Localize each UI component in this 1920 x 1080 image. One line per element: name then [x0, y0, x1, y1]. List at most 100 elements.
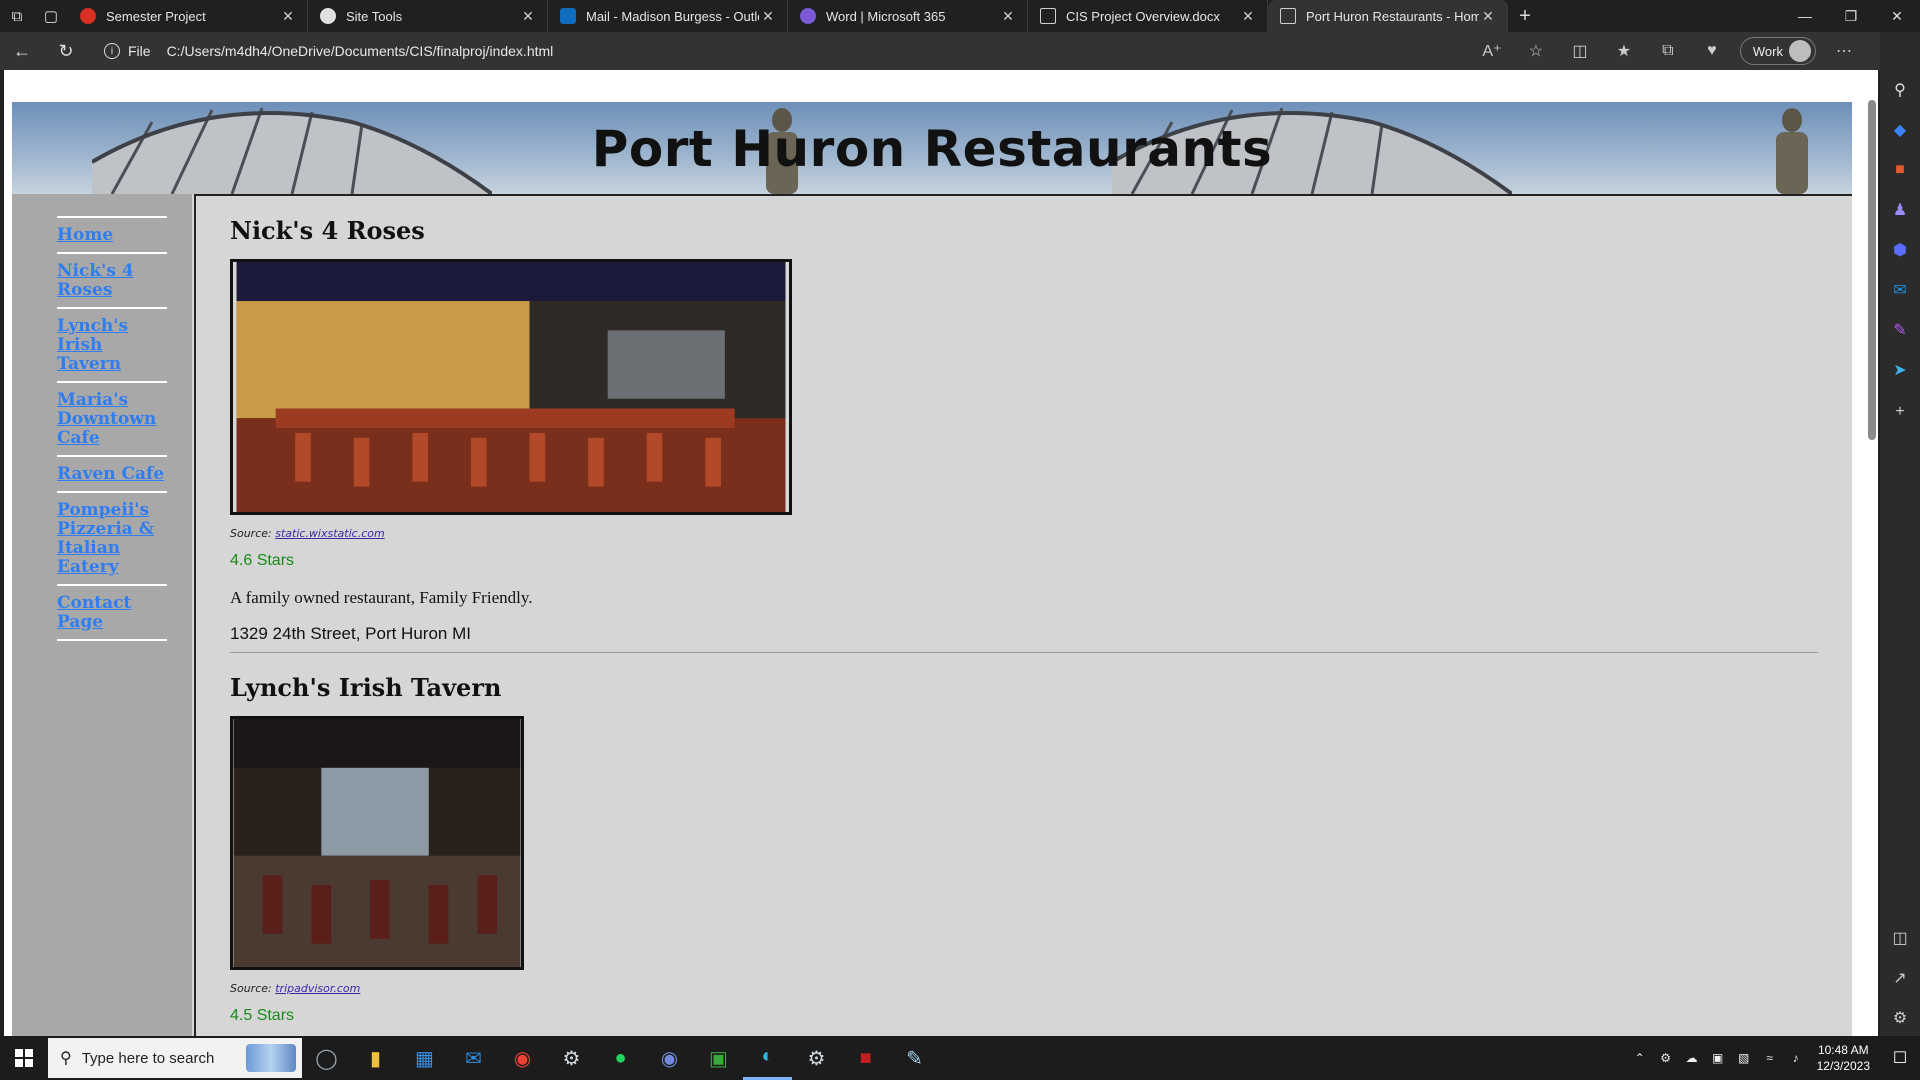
- tab-favicon: [1280, 8, 1296, 24]
- clock-time: 10:48 AM: [1817, 1043, 1869, 1057]
- page-scrollbar[interactable]: [1868, 90, 1876, 1025]
- sidebar-toggle-icon[interactable]: ◫: [1888, 926, 1912, 950]
- close-icon[interactable]: ✕: [759, 8, 777, 25]
- new-tab-button[interactable]: +: [1508, 0, 1542, 32]
- chrome-icon[interactable]: ◉: [498, 1036, 547, 1080]
- nav-link-raven-cafe[interactable]: Raven Cafe: [57, 465, 167, 484]
- close-icon[interactable]: ✕: [519, 8, 537, 25]
- tab-word[interactable]: Word | Microsoft 365 ✕: [788, 0, 1028, 32]
- close-icon[interactable]: ✕: [1479, 8, 1497, 25]
- game-icon[interactable]: ■: [841, 1036, 890, 1080]
- close-icon[interactable]: ✕: [279, 8, 297, 25]
- tab-title: CIS Project Overview.docx: [1066, 8, 1220, 24]
- back-button[interactable]: ←: [0, 41, 44, 62]
- wifi-icon[interactable]: ≈: [1757, 1051, 1783, 1065]
- clock[interactable]: 10:48 AM 12/3/2023: [1817, 1042, 1870, 1074]
- tab-bar: ⧉ ▢ Semester Project ✕ Site Tools ✕ Mail…: [0, 0, 1920, 32]
- profile-label: Work: [1752, 43, 1783, 59]
- search-icon[interactable]: ⚲: [1888, 78, 1912, 102]
- tab-title: Word | Microsoft 365: [826, 8, 946, 24]
- minecraft-icon[interactable]: ▣: [694, 1036, 743, 1080]
- favorite-star-icon[interactable]: ☆: [1514, 41, 1558, 61]
- close-icon[interactable]: ✕: [1239, 8, 1257, 25]
- restore-button[interactable]: ❐: [1828, 0, 1874, 32]
- tab-favicon: [320, 8, 336, 24]
- restaurant-address: 1329 24th Street, Port Huron MI: [230, 624, 471, 643]
- gear-icon[interactable]: ⚙: [1888, 1006, 1912, 1030]
- source-link[interactable]: tripadvisor.com: [275, 982, 360, 995]
- notepad-icon[interactable]: ✎: [890, 1036, 939, 1080]
- start-button[interactable]: [0, 1049, 48, 1067]
- main-content: Nick's 4 Roses Source: static.wixstatic.…: [194, 194, 1852, 1036]
- favorites-icon[interactable]: ★: [1602, 41, 1646, 61]
- notification-icon[interactable]: ☐: [1880, 1048, 1920, 1068]
- source-label: Source:: [230, 982, 272, 995]
- profile-button[interactable]: Work: [1739, 37, 1816, 65]
- more-menu-icon[interactable]: ⋯: [1822, 41, 1866, 61]
- rating: 4.6 Stars: [230, 552, 295, 569]
- tab-semester-project[interactable]: Semester Project ✕: [68, 0, 308, 32]
- discord-icon[interactable]: ◉: [645, 1036, 694, 1080]
- external-link-icon[interactable]: ↗: [1888, 966, 1912, 990]
- outlook-icon[interactable]: ✉: [1888, 278, 1912, 302]
- restaurant-photo: [230, 259, 792, 515]
- nav-link-lynchs-irish-tavern[interactable]: Lynch's Irish Tavern: [57, 317, 167, 374]
- edge-sidebar: ⚲ ◆ ■ ♟ ⬢ ✉ ✎ ➤ + ◫ ↗ ⚙: [1880, 32, 1920, 1036]
- split-screen-icon[interactable]: ◫: [1558, 41, 1602, 61]
- steam-icon[interactable]: ⚙: [792, 1036, 841, 1080]
- restaurant-name: Lynch's Irish Tavern: [230, 673, 502, 702]
- tab-site-tools[interactable]: Site Tools ✕: [308, 0, 548, 32]
- close-window-button[interactable]: ✕: [1874, 0, 1920, 32]
- info-icon[interactable]: i: [104, 43, 120, 59]
- nav-link-pompeiis-pizzeria[interactable]: Pompeii's Pizzeria & Italian Eatery: [57, 501, 167, 577]
- microsoft-365-icon[interactable]: ⬢: [1888, 238, 1912, 262]
- file-explorer-icon[interactable]: ▮: [351, 1036, 400, 1080]
- browser-essentials-icon[interactable]: ♥: [1690, 42, 1734, 60]
- scheme-label: File: [128, 43, 151, 59]
- tab-actions-icon[interactable]: ▢: [34, 0, 68, 32]
- spotify-icon[interactable]: ●: [596, 1036, 645, 1080]
- chevron-up-icon[interactable]: ⌃: [1627, 1051, 1653, 1065]
- tab-title: Semester Project: [106, 8, 206, 24]
- nav-link-nicks-4-roses[interactable]: Nick's 4 Roses: [57, 262, 167, 300]
- steam-tray-icon[interactable]: ⚙: [1653, 1051, 1679, 1065]
- scrollbar-thumb[interactable]: [1868, 100, 1876, 440]
- tab-title: Site Tools: [346, 8, 403, 24]
- nav-link-marias-downtown-cafe[interactable]: Maria's Downtown Cafe: [57, 391, 167, 448]
- read-aloud-icon[interactable]: A⁺: [1470, 41, 1514, 61]
- tab-port-huron-restaurants[interactable]: Port Huron Restaurants - Home F ✕: [1268, 0, 1508, 32]
- rating: 4.5 Stars: [230, 1007, 295, 1024]
- meet-now-icon[interactable]: ▧: [1731, 1051, 1757, 1065]
- close-icon[interactable]: ✕: [999, 8, 1017, 25]
- nav-link-contact-page[interactable]: Contact Page: [57, 594, 167, 632]
- tab-favicon: [80, 8, 96, 24]
- source-link[interactable]: static.wixstatic.com: [275, 527, 384, 540]
- mail-icon[interactable]: ✉: [449, 1036, 498, 1080]
- edge-icon[interactable]: ◐: [743, 1036, 792, 1080]
- microsoft-store-icon[interactable]: ▦: [400, 1036, 449, 1080]
- drop-icon[interactable]: ➤: [1888, 358, 1912, 382]
- address-bar[interactable]: i File C:/Users/m4dh4/OneDrive/Documents…: [104, 36, 1470, 66]
- tools-icon[interactable]: ■: [1888, 158, 1912, 182]
- games-icon[interactable]: ♟: [1888, 198, 1912, 222]
- add-icon[interactable]: +: [1888, 400, 1912, 424]
- tab-cis-project-overview[interactable]: CIS Project Overview.docx ✕: [1028, 0, 1268, 32]
- shopping-icon[interactable]: ◆: [1888, 118, 1912, 142]
- volume-icon[interactable]: ♪: [1783, 1051, 1809, 1065]
- tab-mail[interactable]: Mail - Madison Burgess - Outloo ✕: [548, 0, 788, 32]
- restaurant-description: A family owned restaurant, Family Friend…: [230, 588, 533, 607]
- tab-favicon: [560, 8, 576, 24]
- collections-icon[interactable]: ⧉: [1646, 42, 1690, 60]
- display-icon[interactable]: ▣: [1705, 1051, 1731, 1065]
- system-tray: ⌃ ⚙ ☁ ▣ ▧ ≈ ♪ 10:48 AM 12/3/2023 ☐: [1627, 1042, 1920, 1074]
- url-text[interactable]: C:/Users/m4dh4/OneDrive/Documents/CIS/fi…: [167, 43, 554, 59]
- minimize-button[interactable]: —: [1782, 0, 1828, 32]
- nav-link-home[interactable]: Home: [57, 226, 167, 245]
- designer-icon[interactable]: ✎: [1888, 318, 1912, 342]
- onedrive-icon[interactable]: ☁: [1679, 1051, 1705, 1065]
- cortana-icon[interactable]: ◯: [302, 1036, 351, 1080]
- workspaces-icon[interactable]: ⧉: [0, 0, 34, 32]
- steam-icon[interactable]: ⚙: [547, 1036, 596, 1080]
- refresh-button[interactable]: ↻: [44, 41, 88, 62]
- taskbar-search[interactable]: ⚲ Type here to search: [48, 1038, 302, 1078]
